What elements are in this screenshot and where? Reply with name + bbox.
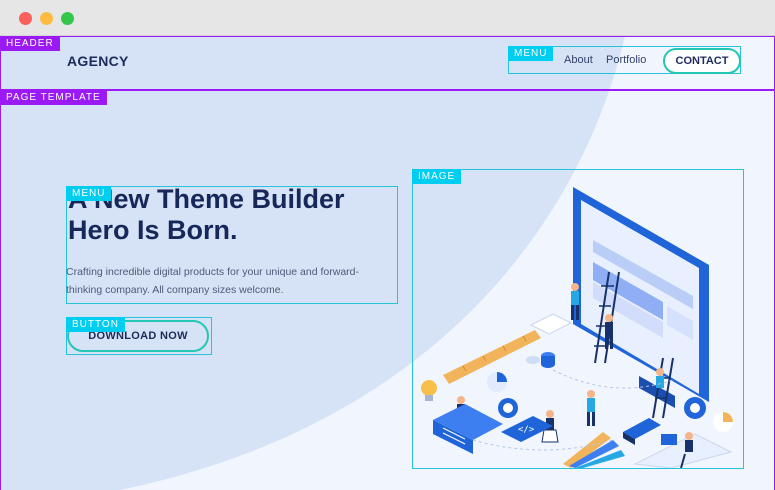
hero-description: Crafting incredible digital products for…	[66, 266, 359, 296]
nav-about-link[interactable]: About	[564, 54, 593, 66]
header-region-label: HEADER	[0, 36, 60, 51]
image-widget-label: IMAGE	[412, 169, 462, 184]
button-widget-label: BUTTON	[66, 317, 125, 332]
header-menu[interactable]: MENU Home About Portfolio CONTACT	[508, 46, 741, 74]
page-canvas: HEADER AGENCY MENU Home About Portfolio …	[0, 36, 775, 490]
svg-text:</>: </>	[518, 425, 535, 435]
title-bar	[0, 0, 775, 36]
minimize-window-icon[interactable]	[40, 12, 53, 25]
hero-title: A New Theme Builder Hero Is Born.	[68, 184, 345, 245]
header-region[interactable]: HEADER AGENCY MENU Home About Portfolio …	[0, 36, 775, 90]
browser-window: HEADER AGENCY MENU Home About Portfolio …	[0, 0, 775, 490]
isometric-illustration: </>	[421, 187, 733, 468]
nav-portfolio-link[interactable]: Portfolio	[606, 54, 646, 66]
contact-button[interactable]: CONTACT	[663, 48, 741, 74]
hero-menu-widget-label: MENU	[66, 186, 112, 201]
close-window-icon[interactable]	[19, 12, 32, 25]
brand-logo[interactable]: AGENCY	[67, 53, 129, 69]
menu-widget-label: MENU	[508, 46, 554, 61]
page-template-label: PAGE TEMPLATE	[0, 90, 107, 105]
maximize-window-icon[interactable]	[61, 12, 74, 25]
